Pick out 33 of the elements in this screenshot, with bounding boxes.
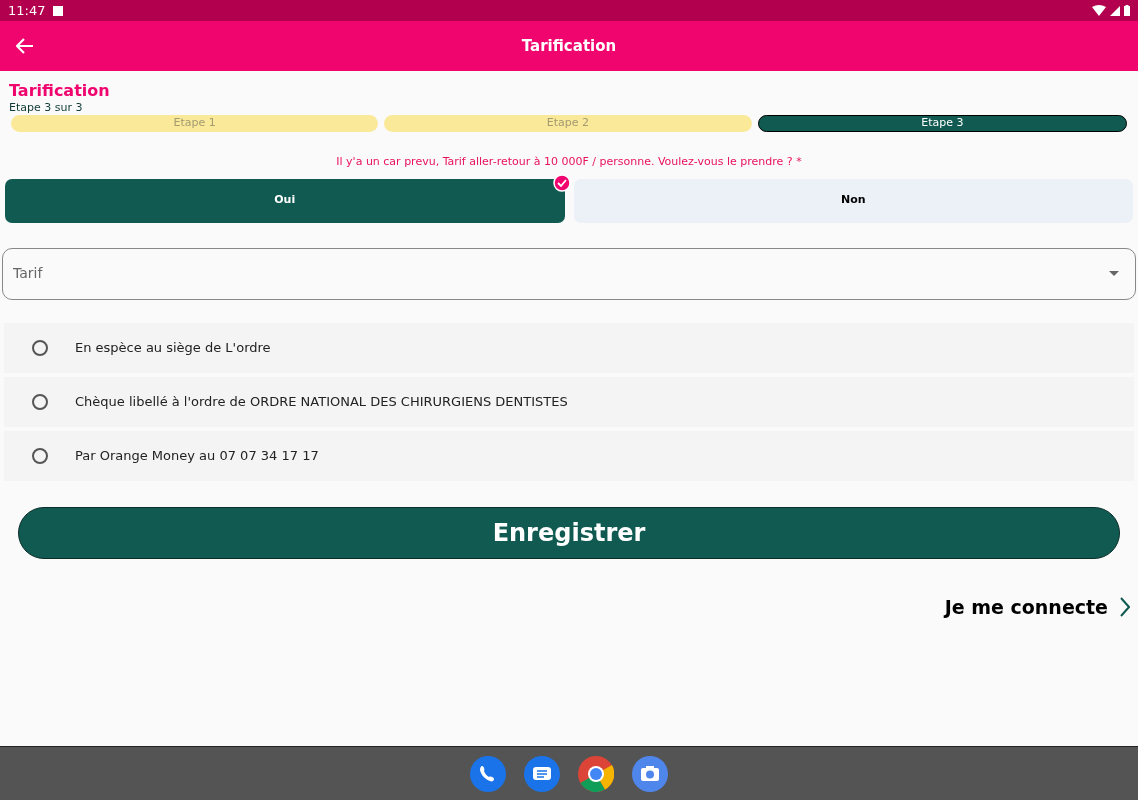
back-arrow-icon [16, 38, 34, 54]
radio-button[interactable] [32, 447, 48, 464]
save-button[interactable]: Enregistrer [18, 506, 1120, 559]
phone-app-icon[interactable] [470, 755, 506, 792]
payment-option-label: En espèce au siège de L'ordre [75, 338, 271, 357]
payment-option[interactable]: En espèce au siège de L'ordre [4, 322, 1134, 373]
notification-icon [53, 5, 64, 16]
battery-icon [1124, 5, 1130, 16]
payment-option[interactable]: Chèque libellé à l'ordre de ORDRE NATIONAL DES CHIRURGIENS DENTISTES [4, 376, 1134, 427]
step-counter: Etape 3 sur 3 [9, 101, 84, 114]
chevron-right-icon [1120, 596, 1130, 617]
wifi-icon [1092, 5, 1106, 16]
dropdown-caret-icon [1109, 271, 1119, 276]
messages-app-icon[interactable] [524, 755, 560, 792]
check-badge-icon [552, 173, 571, 192]
payment-option-label: Par Orange Money au 07 07 34 17 17 [75, 446, 319, 465]
radio-button[interactable] [32, 339, 48, 356]
camera-app-icon[interactable] [632, 755, 668, 792]
choice-button[interactable]: Oui [5, 178, 565, 223]
app-bar-title: Tarification [521, 35, 617, 57]
tarif-dropdown[interactable]: Tarif [2, 247, 1136, 300]
page-title: Tarification [9, 81, 111, 101]
question-text: Il y'a un car prevu, Tarif aller-retour à 10 000F / personne. Voulez-vous le prendre ? * [335, 154, 803, 170]
step-tab[interactable]: Etape 3 [757, 115, 1127, 132]
login-link[interactable]: Je me connecte [944, 592, 1108, 621]
radio-button[interactable] [32, 393, 48, 410]
browser-app-icon[interactable] [578, 755, 614, 792]
choice-button[interactable]: Non [573, 178, 1133, 223]
payment-option[interactable]: Par Orange Money au 07 07 34 17 17 [4, 430, 1134, 481]
payment-option-label: Chèque libellé à l'ordre de ORDRE NATIONAL DES CHIRURGIENS DENTISTES [75, 392, 568, 411]
tarif-input[interactable]: Tarif [13, 263, 1109, 284]
signal-icon [1110, 5, 1120, 16]
status-time: 11:47 [8, 1, 46, 20]
